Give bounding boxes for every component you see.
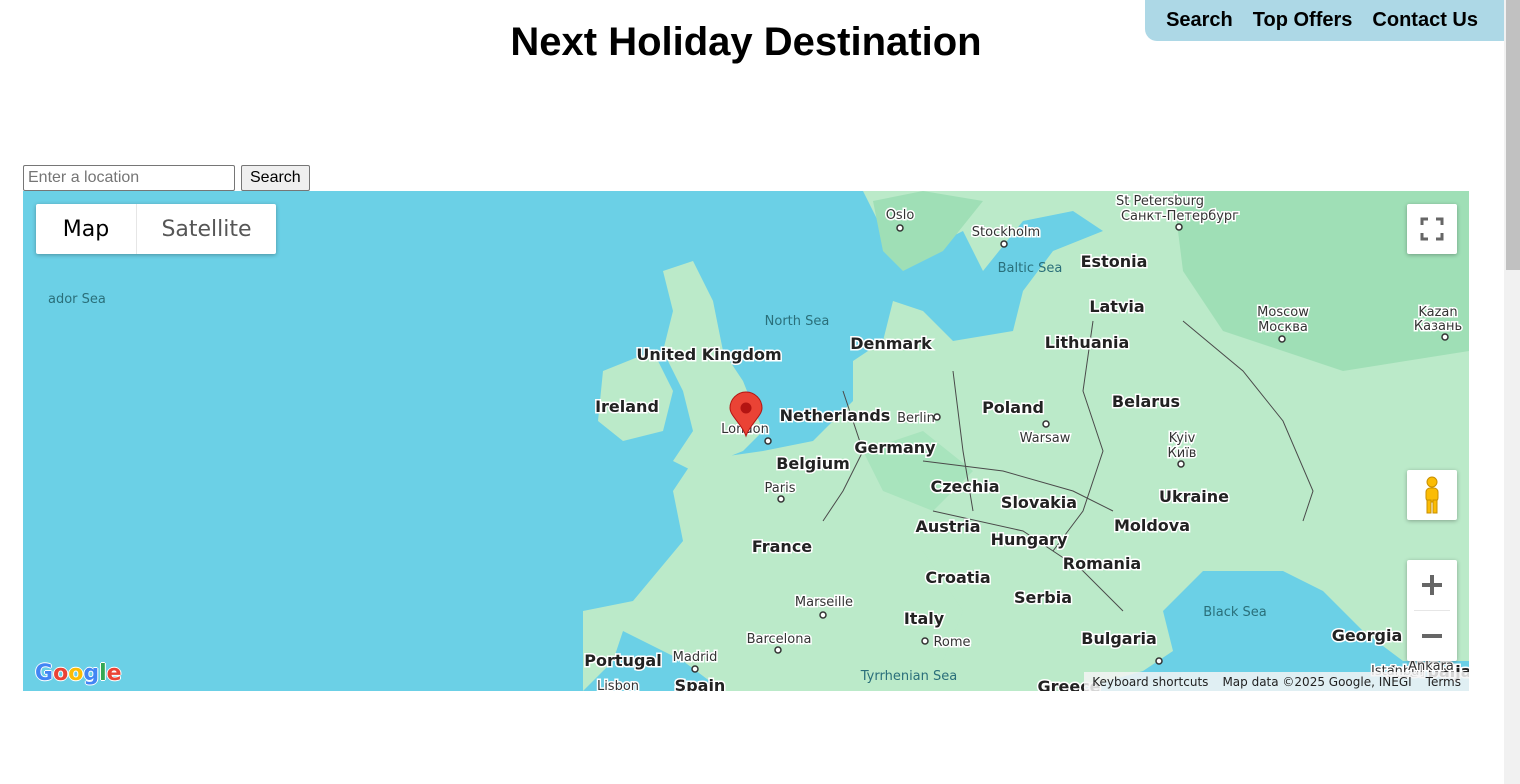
sea-label: North Sea	[765, 314, 830, 329]
location-search-form: Search	[23, 165, 310, 191]
city-dot	[777, 495, 785, 503]
google-logo: Google	[35, 661, 122, 686]
city-label: Madrid	[673, 650, 718, 665]
city-dot	[933, 413, 941, 421]
search-button[interactable]: Search	[241, 165, 310, 191]
map-type-map-button[interactable]: Map	[36, 204, 137, 254]
map-attribution: Keyboard shortcuts Map data ©2025 Google…	[1084, 672, 1469, 691]
city-dot	[1441, 333, 1449, 341]
country-label: Denmark	[850, 334, 932, 353]
city-label: Kazan	[1418, 305, 1457, 320]
country-label: Ukraine	[1159, 487, 1229, 506]
sea-label: Black Sea	[1203, 605, 1267, 620]
country-label: Bulgaria	[1081, 629, 1157, 648]
city-label: Marseille	[795, 595, 853, 610]
city-label: Kyiv	[1169, 431, 1196, 446]
page-scrollbar[interactable]	[1504, 0, 1520, 784]
country-label: United Kingdom	[636, 345, 781, 364]
plus-icon	[1422, 575, 1442, 595]
country-label: Austria	[915, 517, 980, 536]
country-label: Portugal	[584, 651, 661, 670]
sea-label: ador Sea	[48, 292, 106, 307]
city-dot	[691, 665, 699, 673]
scrollbar-thumb[interactable]	[1506, 0, 1520, 270]
country-label: Slovakia	[1001, 493, 1077, 512]
zoom-out-button[interactable]	[1407, 611, 1457, 661]
city-label: Lisbon	[597, 679, 639, 691]
map-data-credit: Map data ©2025 Google, INEGI	[1222, 674, 1412, 689]
map-tiles: Estonia Latvia Lithuania Belarus Denmark Unit…	[48, 191, 1469, 691]
sea-label: Tyrrhenian Sea	[860, 669, 957, 684]
country-label: Czechia	[930, 477, 999, 496]
street-view-button[interactable]	[1407, 470, 1457, 520]
city-label: Казань	[1414, 319, 1462, 334]
terms-link[interactable]: Terms	[1426, 675, 1461, 689]
country-label: Estonia	[1081, 252, 1148, 271]
country-label: Netherlands	[780, 406, 891, 425]
country-label: Belgium	[776, 454, 850, 473]
city-dot	[1155, 657, 1163, 665]
location-input[interactable]	[23, 165, 235, 191]
country-label: Romania	[1063, 554, 1141, 573]
city-label: St Petersburg	[1116, 194, 1204, 209]
country-label: Germany	[854, 438, 936, 457]
minus-icon	[1422, 634, 1442, 638]
page-title: Next Holiday Destination	[510, 20, 982, 64]
fullscreen-icon	[1420, 217, 1444, 241]
keyboard-shortcuts-link[interactable]: Keyboard shortcuts	[1092, 675, 1208, 689]
city-dot	[1177, 460, 1185, 468]
map-type-control: Map Satellite	[36, 204, 276, 254]
country-label: Croatia	[925, 568, 990, 587]
sea-label: Baltic Sea	[998, 261, 1063, 276]
country-label: Italy	[904, 609, 945, 628]
city-dot	[921, 637, 929, 645]
country-label: Georgia	[1332, 626, 1403, 645]
country-label: Lithuania	[1045, 333, 1130, 352]
city-dot	[1042, 420, 1050, 428]
city-label: Stockholm	[972, 225, 1040, 240]
city-dot	[1175, 223, 1183, 231]
country-label: Spain	[675, 676, 726, 691]
city-dot	[1000, 240, 1008, 248]
country-label: Latvia	[1089, 297, 1144, 316]
city-label: Berlin	[897, 411, 935, 426]
country-label: Belarus	[1112, 392, 1180, 411]
city-dot	[764, 437, 772, 445]
city-label: Oslo	[886, 208, 915, 223]
city-label: Barcelona	[747, 632, 812, 647]
city-label: Rome	[933, 635, 970, 650]
city-label: Москва	[1258, 320, 1308, 335]
country-label: Moldova	[1114, 516, 1190, 535]
country-label: Serbia	[1014, 588, 1072, 607]
map-type-satellite-button[interactable]: Satellite	[137, 204, 276, 254]
fullscreen-button[interactable]	[1407, 204, 1457, 254]
city-label: Paris	[765, 481, 796, 496]
country-label: Hungary	[991, 530, 1068, 549]
city-label: Warsaw	[1020, 431, 1071, 446]
map-view[interactable]: Estonia Latvia Lithuania Belarus Denmark Unit…	[23, 191, 1469, 691]
zoom-in-button[interactable]	[1407, 560, 1457, 610]
city-label: Moscow	[1257, 305, 1309, 320]
country-label: France	[752, 537, 812, 556]
country-label: Poland	[982, 398, 1044, 417]
city-label: Київ	[1168, 446, 1197, 461]
city-dot	[896, 224, 904, 232]
zoom-control	[1407, 560, 1457, 661]
city-label: Санкт-Петербург	[1121, 209, 1239, 224]
city-dot	[774, 646, 782, 654]
city-dot	[819, 611, 827, 619]
city-dot	[1278, 335, 1286, 343]
country-label: Ireland	[595, 397, 659, 416]
pegman-icon	[1425, 476, 1439, 514]
